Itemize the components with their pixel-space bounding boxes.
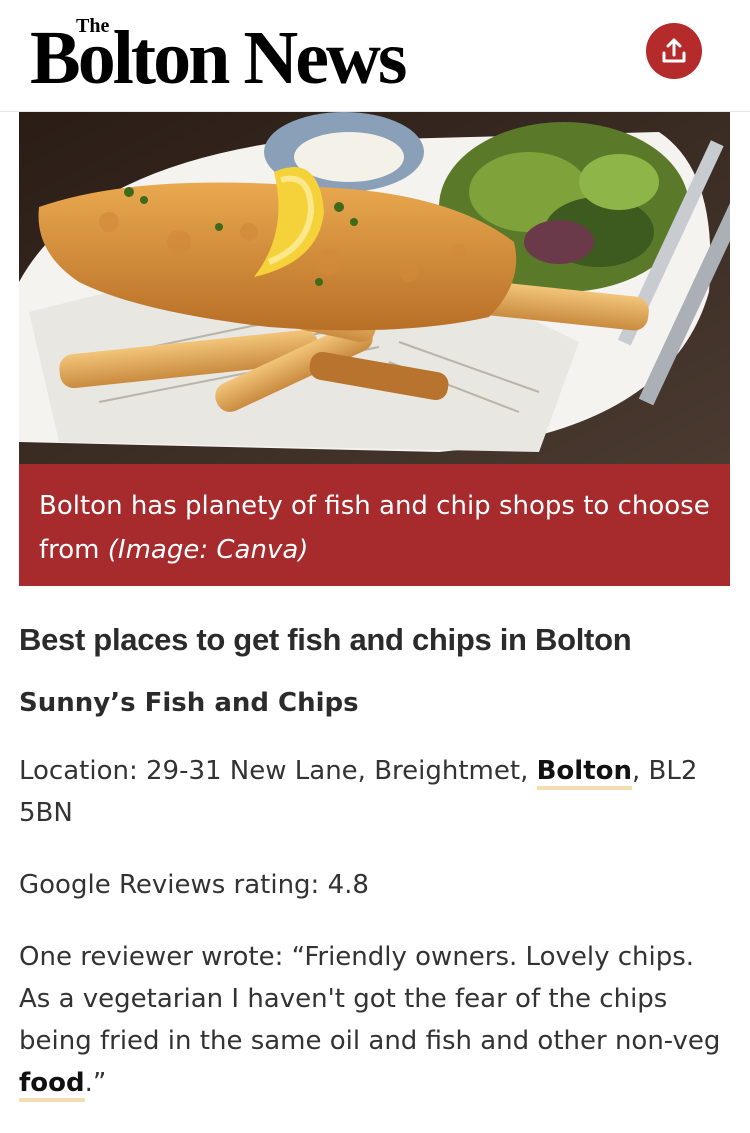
article-body: Best places to get fish and chips in Bol… — [19, 600, 731, 1104]
hero-image[interactable] — [19, 112, 730, 464]
share-upload-icon — [662, 38, 686, 63]
share-button[interactable] — [646, 23, 702, 79]
masthead-the: The — [76, 15, 110, 37]
review-prefix: One reviewer wrote: “Friendly owners. Lo… — [19, 942, 721, 1056]
review-paragraph: One reviewer wrote: “Friendly owners. Lo… — [19, 936, 731, 1104]
article-headline: Best places to get fish and chips in Bol… — [19, 622, 632, 657]
food-link[interactable]: food — [19, 1068, 85, 1102]
image-caption: Bolton has planety of fish and chip shop… — [19, 464, 730, 586]
location-paragraph: Location: 29-31 New Lane, Breightmet, Bo… — [19, 750, 731, 834]
review-suffix: .” — [84, 1068, 107, 1098]
site-header: Bolton News The — [0, 0, 750, 112]
shop-name: Sunny’s Fish and Chips — [19, 688, 359, 718]
rating-paragraph: Google Reviews rating: 4.8 — [19, 870, 369, 900]
location-prefix: Location: 29-31 New Lane, Breightmet, — [19, 756, 537, 786]
bolton-link[interactable]: Bolton — [536, 756, 633, 790]
fish-and-chips-photo — [19, 112, 730, 464]
caption-credit: (Image: Canva) — [107, 535, 309, 565]
